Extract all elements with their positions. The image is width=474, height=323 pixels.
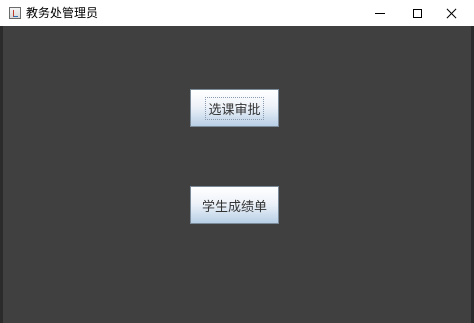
- course-approval-label: 选课审批: [205, 96, 264, 120]
- window-title: 教务处管理员: [26, 6, 99, 20]
- java-app-icon: [9, 7, 21, 19]
- content-panel: [3, 26, 471, 323]
- minimize-icon: [375, 12, 385, 14]
- close-icon: [446, 8, 457, 19]
- maximize-icon: [412, 8, 422, 18]
- course-approval-button[interactable]: 选课审批: [190, 89, 279, 127]
- app-window: 教务处管理员 选课审批 学生成绩单: [0, 0, 474, 323]
- title-bar[interactable]: 教务处管理员: [0, 0, 474, 26]
- student-transcript-label: 学生成绩单: [201, 199, 267, 215]
- close-button[interactable]: [428, 0, 474, 26]
- student-transcript-button[interactable]: 学生成绩单: [190, 186, 279, 224]
